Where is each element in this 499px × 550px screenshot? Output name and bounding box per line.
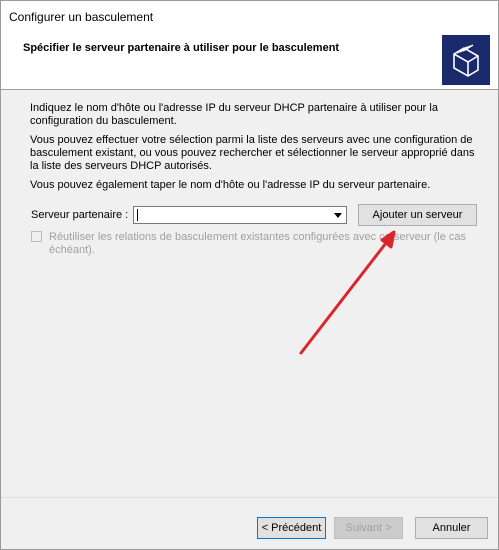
title-bar: Configurer un basculement — [1, 1, 498, 31]
window-title: Configurer un basculement — [9, 10, 154, 24]
partner-server-combobox[interactable] — [133, 206, 347, 224]
wizard-header: Spécifier le serveur partenaire à utilis… — [1, 31, 498, 90]
folders-icon — [442, 35, 490, 85]
dialog-window: Configurer un basculement Spécifier le s… — [0, 0, 499, 550]
partner-server-label: Serveur partenaire : — [31, 209, 129, 221]
page-title: Spécifier le serveur partenaire à utilis… — [23, 42, 340, 54]
instruction-paragraph-1: Indiquez le nom d'hôte ou l'adresse IP d… — [30, 102, 438, 127]
text-caret — [137, 209, 138, 221]
next-button: Suivant > — [334, 517, 403, 539]
reuse-relations-label: Réutiliser les relations de basculement … — [49, 231, 466, 256]
chevron-down-icon[interactable] — [330, 207, 346, 223]
instruction-paragraph-3: Vous pouvez également taper le nom d'hôt… — [30, 179, 431, 191]
instruction-paragraph-2: Vous pouvez effectuer votre sélection pa… — [30, 134, 475, 172]
add-server-button[interactable]: Ajouter un serveur — [358, 204, 477, 226]
reuse-relations-checkbox — [31, 231, 42, 242]
footer-divider — [1, 497, 498, 498]
cancel-button[interactable]: Annuler — [415, 517, 488, 539]
instructions: Indiquez le nom d'hôte ou l'adresse IP d… — [30, 102, 475, 198]
previous-button[interactable]: < Précédent — [257, 517, 326, 539]
